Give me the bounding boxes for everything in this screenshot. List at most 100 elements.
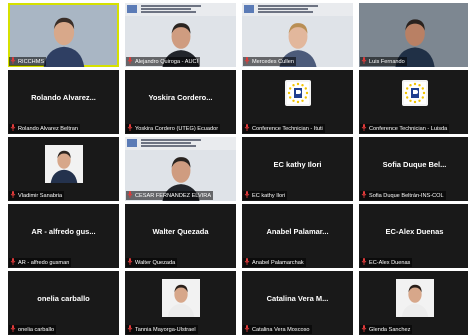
participant-tile[interactable]: CESAR FERNANDEZ ELVIRA [125,137,236,201]
participant-tile[interactable]: Glenda Sanchez [359,271,468,335]
participant-name-label: Rolando Alvarez Beltran [9,124,81,133]
participant-tile[interactable]: Walter Quezada Walter Quezada [125,204,236,268]
participant-name-label: Luis Fernando [360,57,407,66]
participant-name-label: Walter Quezada [126,258,178,267]
participant-name: Luis Fernando [369,59,405,65]
participant-tile[interactable]: Sofia Duque Bel... Sofia Duque Beltrán-IN… [359,137,468,201]
participant-name: RICCHMS [18,59,45,65]
mic-muted-icon [361,191,367,198]
participant-tile[interactable]: Tannia Mayorga-Ulstrael [125,271,236,335]
participant-name-label: CESAR FERNANDEZ ELVIRA [126,191,214,200]
participant-tile[interactable]: EC-Alex Duenas EC-Alex Duenas [359,204,468,268]
participant-name: CESAR FERNANDEZ ELVIRA [135,193,212,199]
participant-display-name: EC-Alex Duenas [385,227,444,236]
participant-tile[interactable]: Luis Fernando [359,3,468,67]
organization-logo-icon [285,80,311,106]
banner-logo [127,5,137,13]
banner-line [141,5,201,7]
participant-name-label: Sofia Duque Beltrán-INS-COL [360,191,446,200]
mic-muted-icon [361,57,367,64]
participant-name-label: onelia carballo [9,325,57,334]
mic-muted-icon [10,57,16,64]
banner-line [258,5,318,7]
participant-tile[interactable]: Conference Technician - Luisda [359,70,468,134]
participant-name-label: Conference Technician - Ituti [243,124,325,133]
participant-tile[interactable]: Alejandro Quiroga - AUCI [125,3,236,67]
participant-display-name: Yoskira Cordero... [148,93,213,102]
participant-name-label: Conference Technician - Luisda [360,124,450,133]
participant-tile[interactable]: Rolando Alvarez... Rolando Alvarez Beltra… [8,70,119,134]
participant-name: Catalina Vera Moscoso [252,327,310,333]
participant-display-name: Rolando Alvarez... [31,93,96,102]
banner-logo [127,139,137,147]
mic-muted-icon [244,57,250,64]
banner-line [141,8,191,10]
participant-silhouette [45,145,83,183]
participant-name: EC-Alex Duenas [369,260,411,266]
participant-name: onelia carballo [18,327,55,333]
participant-name-label: Tannia Mayorga-Ulstrael [126,325,198,334]
participant-display-name: Catalina Vera M... [266,294,329,303]
participant-name: Anabel Palamarchak [252,260,304,266]
banner-logo [244,5,254,13]
participant-name-label: EC-Alex Duenas [360,258,413,267]
mic-muted-icon [127,57,133,64]
mic-muted-icon [244,124,250,131]
participant-name: Tannia Mayorga-Ulstrael [135,327,196,333]
participant-tile[interactable]: Vladimir Sanabria [8,137,119,201]
participant-gallery: RICCHMS Alejandro Quiroga - AUCI Mercedes … [8,3,468,336]
participant-name: Vladimir Sanabria [18,193,63,199]
participant-tile[interactable]: Yoskira Cordero... Yoskira Cordero (UTEG)… [125,70,236,134]
banner-line [141,139,201,141]
banner-line [258,8,308,10]
participant-name: Rolando Alvarez Beltran [18,126,79,132]
mic-muted-icon [10,124,16,131]
participant-name-label: Alejandro Quiroga - AUCI [126,57,201,66]
mic-muted-icon [10,325,16,332]
participant-name: AR - alfredo gusman [18,260,70,266]
participant-name: EC kathy Ilori [252,193,286,199]
participant-name-label: RICCHMS [9,57,47,66]
organization-logo-icon [402,80,428,106]
participant-name: Alejandro Quiroga - AUCI [135,59,199,65]
mic-muted-icon [244,325,250,332]
mic-muted-icon [10,191,16,198]
banner-line [141,11,196,13]
participant-name: Glenda Sanchez [369,327,411,333]
participant-display-name: Anabel Palamar... [266,227,329,236]
participant-tile[interactable]: Mercedes Cullen [242,3,353,67]
mic-muted-icon [361,124,367,131]
participant-name-label: EC kathy Ilori [243,191,288,200]
participant-display-name: EC kathy Ilori [273,160,322,169]
participant-name-label: Mercedes Cullen [243,57,296,66]
participant-display-name: onelia carballo [37,294,90,303]
participant-silhouette [162,279,200,317]
participant-tile[interactable]: EC kathy Ilori EC kathy Ilori [242,137,353,201]
participant-silhouette [396,279,434,317]
participant-name-label: AR - alfredo gusman [9,258,72,267]
participant-tile[interactable]: Anabel Palamar... Anabel Palamarchak [242,204,353,268]
participant-tile[interactable]: Conference Technician - Ituti [242,70,353,134]
participant-tile[interactable]: RICCHMS [8,3,119,67]
mic-muted-icon [244,191,250,198]
mic-muted-icon [127,258,133,265]
participant-tile[interactable]: onelia carballo onelia carballo [8,271,119,335]
participant-name-label: Catalina Vera Moscoso [243,325,312,334]
mic-muted-icon [361,325,367,332]
participant-name-label: Yoskira Cordero (UTEG) Ecuador [126,124,221,133]
banner-line [141,145,196,147]
participant-tile[interactable]: AR - alfredo gus... AR - alfredo gusman [8,204,119,268]
participant-name: Conference Technician - Luisda [369,126,448,132]
mic-muted-icon [361,258,367,265]
mic-muted-icon [10,258,16,265]
mic-muted-icon [244,258,250,265]
participant-display-name: Sofia Duque Bel... [382,160,447,169]
participant-name: Yoskira Cordero (UTEG) Ecuador [135,126,219,132]
participant-name-label: Vladimir Sanabria [9,191,65,200]
participant-display-name: AR - alfredo gus... [31,227,96,236]
participant-name: Sofia Duque Beltrán-INS-COL [369,193,444,199]
participant-tile[interactable]: Catalina Vera M... Catalina Vera Moscoso [242,271,353,335]
mic-muted-icon [127,191,133,198]
banner-line [141,142,191,144]
participant-display-name: Walter Quezada [152,227,209,236]
